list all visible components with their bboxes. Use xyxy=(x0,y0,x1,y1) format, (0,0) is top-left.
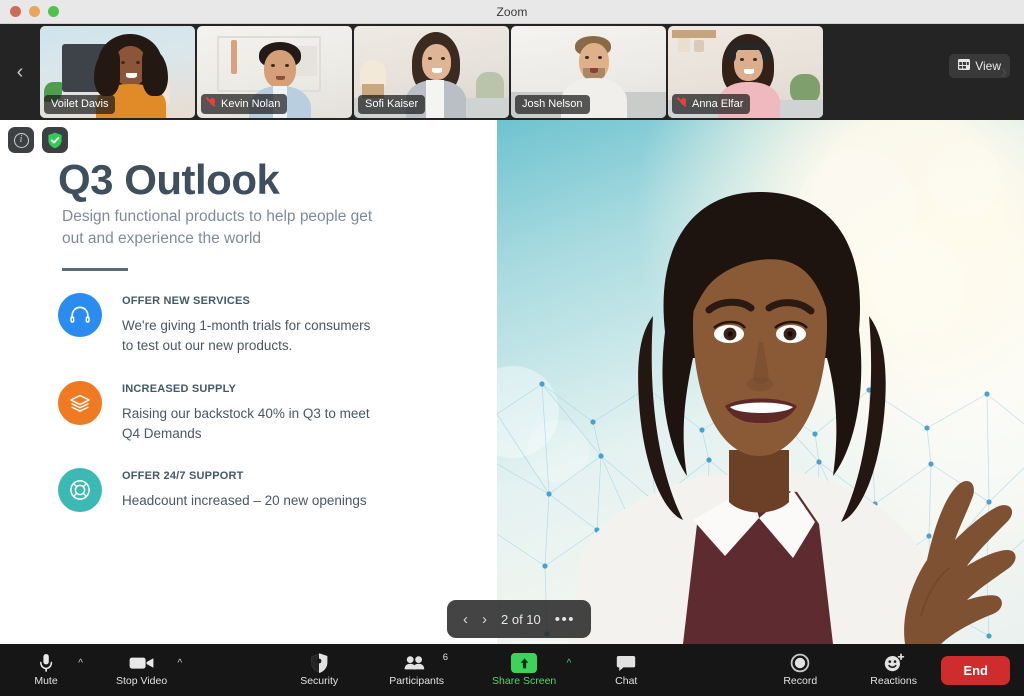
slide-more-options-button[interactable]: ••• xyxy=(555,611,575,628)
shield-icon xyxy=(310,653,328,674)
audio-options-chevron-icon[interactable]: ^ xyxy=(78,658,83,669)
active-speaker-video xyxy=(497,120,1024,644)
slide-bullet-heading: OFFER 24/7 SUPPORT xyxy=(122,470,244,482)
reactions-button[interactable]: Reactions xyxy=(864,644,923,696)
share-screen-button[interactable]: Share Screen ^ xyxy=(486,644,571,696)
window-title-bar: Zoom xyxy=(0,0,1024,24)
participants-count: 6 xyxy=(442,652,449,663)
slide-bullet-item: OFFER NEW SERVICES We're giving 1-month … xyxy=(58,293,478,357)
video-options-chevron-icon[interactable]: ^ xyxy=(177,658,182,669)
slide-bullet-text: Raising our backstock 40% in Q3 to meet … xyxy=(122,405,370,441)
chat-button[interactable]: Chat xyxy=(598,644,654,696)
stage-badges: i xyxy=(8,127,68,153)
share-up-arrow-icon xyxy=(511,653,538,674)
end-meeting-button[interactable]: End xyxy=(941,656,1010,685)
participants-button[interactable]: 6 Participants xyxy=(383,644,450,696)
share-options-chevron-icon[interactable]: ^ xyxy=(567,658,572,669)
speaker-figure xyxy=(567,192,1016,644)
microphone-icon xyxy=(39,653,53,673)
slide-bullet-item: INCREASED SUPPLY Raising our backstock 4… xyxy=(58,380,478,445)
lifebuoy-icon xyxy=(58,468,102,512)
slide-bullet-text: Headcount increased – 20 new openings xyxy=(122,493,367,508)
participant-nametag: Anna Elfar xyxy=(672,94,751,114)
muted-microphone-icon xyxy=(679,98,688,110)
slide-bullet-list: OFFER NEW SERVICES We're giving 1-month … xyxy=(58,293,478,536)
participant-nametag: Sofi Kaiser xyxy=(358,95,426,114)
grid-view-icon xyxy=(958,59,971,73)
mute-button[interactable]: Mute ^ xyxy=(18,644,83,696)
window-traffic-lights xyxy=(10,6,59,17)
slide-navigation-bar: ‹ › 2 of 10 ••• xyxy=(447,600,592,638)
maximize-window-button[interactable] xyxy=(48,6,59,17)
slide-bullet-item: OFFER 24/7 SUPPORT Headcount increased –… xyxy=(58,468,478,512)
meeting-toolbar: Mute ^ Stop Video ^ Security 6 Participa… xyxy=(0,644,1024,696)
participant-nametag: Josh Nelson xyxy=(515,95,590,114)
record-button[interactable]: Record xyxy=(772,644,828,696)
people-icon xyxy=(404,653,430,673)
participant-name: Voilet Davis xyxy=(51,98,109,110)
slide-subtitle: Design functional products to help peopl… xyxy=(62,208,373,248)
reactions-button-label: Reactions xyxy=(870,675,917,688)
shield-check-glyph xyxy=(48,132,62,148)
close-window-button[interactable] xyxy=(10,6,21,17)
security-button[interactable]: Security xyxy=(291,644,347,696)
participant-tile[interactable]: Josh Nelson xyxy=(511,26,666,118)
participant-filmstrip: ‹ Voilet Davis Kevin Nolan Sofi Kaiser J… xyxy=(0,24,1024,120)
video-camera-icon xyxy=(129,653,155,673)
zoom-window: Zoom ‹ Voilet Davis Kevin Nolan Sofi Kai… xyxy=(0,0,1024,696)
slide-prev-button[interactable]: ‹ xyxy=(463,612,468,627)
participants-button-label: Participants xyxy=(389,675,445,688)
meeting-stage: i Q3 Outlook Design functional products … xyxy=(0,120,1024,644)
chat-button-label: Chat xyxy=(615,675,638,688)
slide-bullet-body: INCREASED SUPPLY Raising our backstock 4… xyxy=(122,381,382,445)
record-circle-icon xyxy=(790,653,810,673)
mute-button-label: Mute xyxy=(34,675,58,688)
minimize-window-button[interactable] xyxy=(29,6,40,17)
view-button[interactable]: View xyxy=(949,54,1010,78)
participant-nametag: Kevin Nolan xyxy=(201,94,288,114)
participant-tiles: Voilet Davis Kevin Nolan Sofi Kaiser Jos… xyxy=(40,26,984,118)
muted-microphone-icon xyxy=(208,98,217,110)
participant-nametag: Voilet Davis xyxy=(44,95,116,114)
layers-icon xyxy=(58,380,102,425)
record-button-label: Record xyxy=(783,675,818,688)
security-button-label: Security xyxy=(300,675,339,688)
slide-divider xyxy=(62,268,128,271)
encryption-shield-icon[interactable] xyxy=(42,127,68,153)
slide-next-button[interactable]: › xyxy=(482,612,487,627)
participant-tile[interactable]: Kevin Nolan xyxy=(197,26,352,118)
participant-tile[interactable]: Anna Elfar xyxy=(668,26,823,118)
slide-position-label: 2 of 10 xyxy=(501,611,541,627)
participant-name: Josh Nelson xyxy=(522,98,583,110)
reactions-smiley-icon xyxy=(883,653,905,673)
participant-name: Anna Elfar xyxy=(692,97,744,110)
participant-name: Kevin Nolan xyxy=(221,97,281,110)
slide-bullet-text: We're giving 1-month trials for consumer… xyxy=(122,318,371,354)
info-glyph: i xyxy=(13,132,29,148)
participant-name: Sofi Kaiser xyxy=(365,98,419,110)
headphones-icon xyxy=(58,293,102,337)
slide-title: Q3 Outlook xyxy=(58,156,280,203)
slide-bullet-body: OFFER NEW SERVICES We're giving 1-month … xyxy=(122,293,382,357)
slide-bullet-heading: OFFER NEW SERVICES xyxy=(122,295,251,307)
participant-tile[interactable]: Sofi Kaiser xyxy=(354,26,509,118)
slide-bullet-body: OFFER 24/7 SUPPORT Headcount increased –… xyxy=(122,468,367,512)
window-title: Zoom xyxy=(496,4,528,19)
slide-bullet-heading: INCREASED SUPPLY xyxy=(122,382,237,395)
stop-video-button[interactable]: Stop Video ^ xyxy=(110,644,182,696)
filmstrip-prev-arrow[interactable]: ‹ xyxy=(0,24,40,120)
meeting-info-icon[interactable]: i xyxy=(8,127,34,153)
stop-video-button-label: Stop Video xyxy=(116,675,168,688)
participant-tile[interactable]: Voilet Davis xyxy=(40,26,195,118)
view-button-label: View xyxy=(975,59,1001,73)
share-screen-button-label: Share Screen xyxy=(492,675,557,688)
shared-slide: Q3 Outlook Design functional products to… xyxy=(0,120,497,644)
chat-bubble-icon xyxy=(616,653,636,673)
